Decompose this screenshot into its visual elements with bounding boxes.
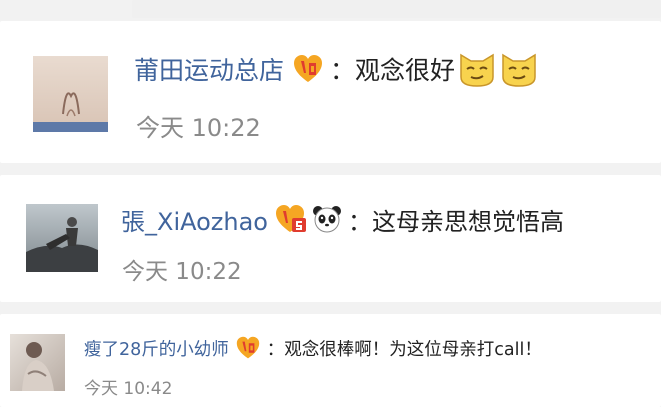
- vip-level-badge-icon: [235, 336, 261, 360]
- smug-cat-emoji-icon: [499, 49, 539, 89]
- comment-timestamp: 今天 10:22: [136, 114, 261, 142]
- avatar-image: [10, 334, 65, 391]
- comment-text: 观念很好: [355, 56, 456, 85]
- comment-card: 張_XiAozhao ： 这母亲思想觉悟高 今天 10:22: [0, 175, 661, 302]
- separator: ：: [266, 339, 285, 360]
- comment-card: 莆田运动总店 ： 观念很好 今天 10:22: [0, 21, 661, 163]
- avatar[interactable]: [10, 334, 65, 391]
- avatar-image: [33, 56, 108, 132]
- avatar[interactable]: [33, 56, 108, 132]
- quoted-reply-area: [132, 0, 661, 18]
- separator: ：: [330, 56, 356, 85]
- separator: ：: [348, 207, 372, 236]
- comment-line: 莆田运动总店 ： 观念很好: [134, 49, 539, 89]
- vip-level-badge-icon: [292, 53, 324, 85]
- avatar-image: [26, 204, 98, 272]
- username-link[interactable]: 瘦了28斤的小幼师: [84, 336, 229, 361]
- comment-text: 这母亲思想觉悟高: [372, 207, 564, 236]
- comment-thread: 莆田运动总店 ： 观念很好 今天 10:22 張_XiAozhao ： 这母亲思…: [0, 0, 661, 407]
- panda-emoji-icon: [312, 204, 342, 234]
- comment-line: 張_XiAozhao ： 这母亲思想觉悟高: [121, 200, 564, 238]
- username-link[interactable]: 莆田运动总店: [134, 51, 284, 87]
- smug-cat-emoji-icon: [457, 49, 497, 89]
- comment-line: 瘦了28斤的小幼师 ： 观念很棒啊！为这位母亲打call！: [84, 333, 542, 363]
- comment-timestamp: 今天 10:42: [84, 379, 173, 399]
- comment-timestamp: 今天 10:22: [122, 259, 242, 285]
- comment-card: 瘦了28斤的小幼师 ： 观念很棒啊！为这位母亲打call！ 今天 10:42: [0, 314, 661, 407]
- username-link[interactable]: 張_XiAozhao: [121, 202, 268, 237]
- comment-text: 观念很棒啊！为这位母亲打call！: [284, 339, 542, 360]
- avatar[interactable]: [26, 204, 98, 272]
- vip-level-badge-icon: [274, 203, 308, 235]
